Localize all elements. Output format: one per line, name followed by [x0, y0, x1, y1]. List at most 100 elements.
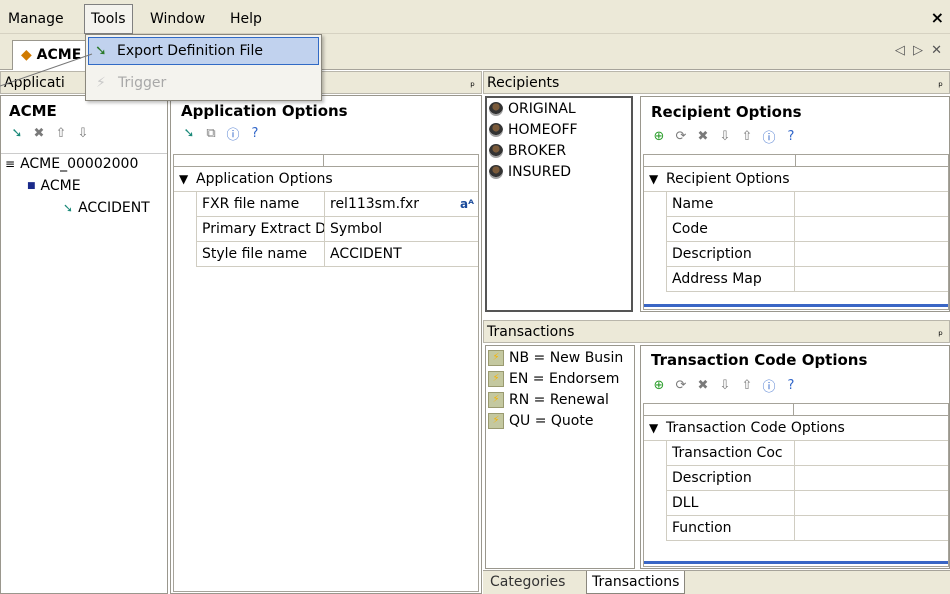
- help-icon[interactable]: ?: [783, 377, 799, 393]
- row-value[interactable]: [795, 192, 948, 216]
- application-options-grid: ▼ Application Options FXR file name rel1…: [173, 154, 479, 592]
- bottom-tab-bar: Categories Transactions: [483, 570, 950, 594]
- row-key: Function: [667, 516, 795, 540]
- menu-help[interactable]: Help: [224, 8, 268, 30]
- close-icon[interactable]: ×: [931, 8, 944, 27]
- row-value[interactable]: [795, 466, 948, 490]
- menu-item-export-definition-file[interactable]: ➘ Export Definition File: [88, 37, 319, 65]
- grid-row[interactable]: Address Map: [666, 267, 948, 292]
- help-icon[interactable]: ?: [247, 125, 263, 141]
- delete-icon[interactable]: ✖: [695, 377, 711, 393]
- grid-row[interactable]: Transaction Coc: [666, 441, 948, 466]
- transaction-item[interactable]: ⚡ NB = New Busin: [488, 350, 623, 366]
- recipient-item[interactable]: INSURED: [489, 164, 571, 180]
- copy-icon[interactable]: ⧉: [203, 125, 219, 141]
- row-value[interactable]: ACCIDENT: [325, 242, 478, 266]
- add-application-icon[interactable]: ➘: [9, 125, 25, 141]
- row-key: Description: [667, 466, 795, 490]
- move-down-icon[interactable]: ⇩: [717, 128, 733, 144]
- menu-window[interactable]: Window: [144, 8, 211, 30]
- delete-icon[interactable]: ✖: [695, 128, 711, 144]
- application-options-toolbar: ➘ ⧉ ⓘ ?: [181, 125, 263, 143]
- row-value[interactable]: [795, 516, 948, 540]
- add-icon[interactable]: ⊕: [651, 377, 667, 393]
- new-icon[interactable]: ➘: [181, 125, 197, 141]
- tree-label: ACME_00002000: [20, 156, 139, 172]
- row-value[interactable]: rel113sm.fxr aᴬ: [325, 192, 478, 216]
- info-icon[interactable]: ⓘ: [225, 125, 241, 143]
- tree-label: ACCIDENT: [78, 200, 150, 216]
- transaction-item[interactable]: ⚡ QU = Quote: [488, 413, 593, 429]
- grid-row[interactable]: Code: [666, 217, 948, 242]
- grid-row[interactable]: Name: [666, 192, 948, 217]
- move-up-icon[interactable]: ⇧: [739, 128, 755, 144]
- browse-icon[interactable]: aᴬ: [460, 192, 474, 216]
- applications-panel: ACME ➘ ✖ ⇧ ⇩ ≡ ACME_00002000 ■ ACME ➘ AC…: [0, 95, 168, 594]
- menu-manage[interactable]: Manage: [2, 8, 70, 30]
- recipient-item[interactable]: HOMEOFF: [489, 122, 578, 138]
- row-key: Transaction Coc: [667, 441, 795, 465]
- transaction-item[interactable]: ⚡ RN = Renewal: [488, 392, 609, 408]
- grid-category[interactable]: ▼ Recipient Options: [644, 167, 948, 192]
- tree-item-acme[interactable]: ■ ACME: [27, 178, 81, 194]
- transaction-item[interactable]: ⚡ EN = Endorsem: [488, 371, 619, 387]
- pin-icon[interactable]: ₚ: [470, 72, 475, 93]
- row-value[interactable]: Symbol: [325, 217, 478, 241]
- pin-icon[interactable]: ₚ: [938, 321, 943, 342]
- tab-navigation-icons[interactable]: ◁ ▷ ✕: [895, 43, 944, 58]
- scroll-indicator: [644, 304, 948, 307]
- grid-row-style-file[interactable]: Style file name ACCIDENT: [196, 242, 478, 267]
- tools-dropdown-menu: ➘ Export Definition File ⚡ Trigger: [85, 34, 322, 101]
- transaction-label: QU = Quote: [509, 413, 594, 429]
- collapse-triangle-icon[interactable]: ▼: [179, 167, 188, 191]
- collapse-triangle-icon[interactable]: ▼: [649, 167, 658, 191]
- tab-transactions[interactable]: Transactions: [586, 571, 686, 594]
- recipient-label: BROKER: [508, 143, 567, 159]
- grid-row-primary-extract[interactable]: Primary Extract D Symbol: [196, 217, 478, 242]
- grid-category[interactable]: ▼ Transaction Code Options: [644, 416, 948, 441]
- row-value[interactable]: [795, 491, 948, 515]
- grid-row[interactable]: DLL: [666, 491, 948, 516]
- tree-item-root[interactable]: ≡ ACME_00002000: [5, 156, 138, 172]
- help-icon[interactable]: ?: [783, 128, 799, 144]
- add-icon[interactable]: ⊕: [651, 128, 667, 144]
- callout-line: [0, 53, 93, 87]
- recipient-item[interactable]: BROKER: [489, 143, 566, 159]
- transaction-options-grid: ▼ Transaction Code Options Transaction C…: [643, 403, 949, 567]
- grid-category[interactable]: ▼ Application Options: [174, 167, 478, 192]
- move-down-icon[interactable]: ⇩: [717, 377, 733, 393]
- move-down-icon[interactable]: ⇩: [75, 125, 91, 141]
- grid-row[interactable]: Description: [666, 242, 948, 267]
- person-icon: [489, 123, 503, 137]
- move-up-icon[interactable]: ⇧: [53, 125, 69, 141]
- person-icon: [489, 102, 503, 116]
- transaction-icon: ⚡: [488, 413, 504, 429]
- applications-title: ACME: [9, 102, 57, 120]
- row-value[interactable]: [795, 441, 948, 465]
- recipient-item[interactable]: ORIGINAL: [489, 101, 576, 117]
- grid-row-fxr[interactable]: FXR file name rel113sm.fxr aᴬ: [196, 192, 478, 217]
- row-key: Description: [667, 242, 795, 266]
- link-icon[interactable]: ⟳: [673, 377, 689, 393]
- pin-icon[interactable]: ₚ: [938, 72, 943, 93]
- delete-icon[interactable]: ✖: [31, 125, 47, 141]
- info-icon[interactable]: ⓘ: [761, 128, 777, 146]
- tree-root-icon: ≡: [5, 157, 16, 171]
- row-value[interactable]: [795, 217, 948, 241]
- row-value[interactable]: [795, 242, 948, 266]
- row-value[interactable]: [795, 267, 948, 291]
- transaction-label: EN = Endorsem: [509, 371, 620, 387]
- menu-tools[interactable]: Tools: [84, 4, 133, 34]
- grid-row[interactable]: Description: [666, 466, 948, 491]
- move-up-icon[interactable]: ⇧: [739, 377, 755, 393]
- collapse-triangle-icon[interactable]: ▼: [649, 416, 658, 440]
- tab-categories[interactable]: Categories: [485, 571, 570, 594]
- tree-item-accident[interactable]: ➘ ACCIDENT: [63, 200, 150, 216]
- link-icon[interactable]: ⟳: [673, 128, 689, 144]
- row-key: Primary Extract D: [197, 217, 325, 241]
- menu-item-label: Trigger: [118, 75, 167, 91]
- grid-row[interactable]: Function: [666, 516, 948, 541]
- category-label: Transaction Code Options: [666, 420, 845, 436]
- row-key: FXR file name: [197, 192, 325, 216]
- info-icon[interactable]: ⓘ: [761, 377, 777, 395]
